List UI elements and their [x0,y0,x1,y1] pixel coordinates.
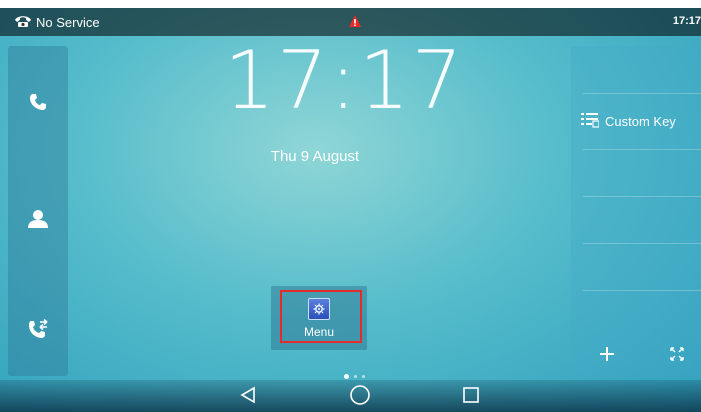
warning-icon[interactable] [348,14,362,31]
phone-icon [29,93,47,116]
dsskey-slot-2[interactable] [583,149,701,197]
dsskey-slot-5[interactable] [583,290,701,338]
navigation-bar [0,380,701,412]
page-indicator [344,374,365,379]
call-log-icon [27,318,49,344]
menu-shortcut[interactable]: Menu [271,286,367,350]
dsskey-slot-4[interactable] [583,243,701,291]
home-date: Thu 9 August [270,148,360,165]
custom-key-button[interactable]: Custom Key [581,112,676,131]
page-dot-2[interactable] [354,375,357,378]
plus-icon [599,346,615,367]
custom-key-label: Custom Key [605,114,676,129]
phone-button[interactable] [8,74,68,134]
back-button[interactable] [234,385,262,409]
left-dock [8,46,68,376]
add-key-button[interactable] [593,342,621,370]
status-time: 17:17 [672,15,701,27]
dsskey-slot-3[interactable] [583,196,701,244]
back-triangle-icon [239,386,257,409]
expand-icon [670,346,684,366]
network-status: No Service [14,14,100,31]
call-log-button[interactable] [8,301,68,361]
recent-square-icon [462,386,480,409]
page-dot-1[interactable] [344,374,349,379]
expand-panel-button[interactable] [663,342,691,370]
settings-icon [308,298,330,320]
contacts-button[interactable] [8,191,68,251]
contacts-icon [27,209,49,234]
phone-handset-icon [14,14,32,31]
list-icon [581,112,600,131]
menu-label: Menu [303,325,335,339]
network-status-text: No Service [36,15,100,30]
home-circle-icon [349,384,371,411]
right-dsskey-panel: Custom Key [571,46,701,378]
recent-apps-button[interactable] [457,385,485,409]
status-bar: No Service 17:17 [0,8,701,36]
page-dot-3[interactable] [362,375,365,378]
home-button[interactable] [346,384,374,411]
panel-controls [571,336,701,378]
phone-home-screen: No Service 17:17 17:17 Thu 9 August Menu… [0,8,701,412]
home-clock: 17:17 [224,34,465,127]
